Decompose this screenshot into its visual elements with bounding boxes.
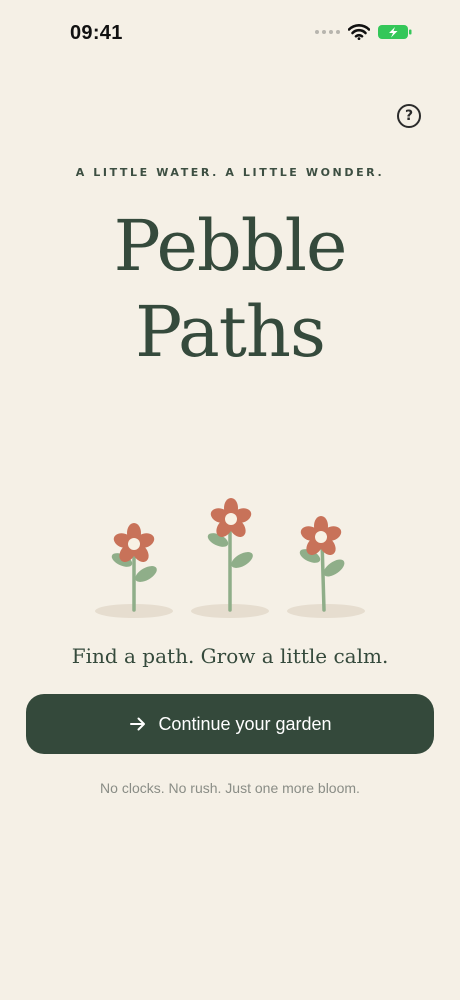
help-button[interactable]: ?	[397, 104, 421, 128]
flower-icon	[207, 498, 253, 612]
continue-garden-label: Continue your garden	[158, 713, 332, 734]
flowers-illustration	[95, 498, 365, 618]
wifi-icon	[348, 24, 370, 40]
footnote: No clocks. No rush. Just one more bloom.	[100, 780, 360, 796]
help-icon: ?	[404, 108, 414, 124]
arrow-right-icon	[130, 717, 146, 731]
title-line-2: Paths	[135, 291, 326, 373]
battery-charging-icon	[378, 25, 412, 39]
subtitle: Find a path. Grow a little calm.	[71, 644, 389, 668]
tagline: A LITTLE WATER. A LITTLE WONDER.	[75, 166, 385, 179]
flower-icon	[111, 523, 157, 612]
status-bar: 09:41	[0, 0, 460, 70]
signal-dots-icon	[315, 30, 340, 34]
continue-garden-button[interactable]: Continue your garden	[26, 694, 434, 754]
app-title: Pebble Paths	[0, 203, 460, 375]
title-line-1: Pebble	[113, 205, 348, 287]
status-icons	[315, 24, 412, 40]
flower-icon	[299, 516, 345, 612]
status-time: 09:41	[70, 22, 123, 44]
flower-shadow	[287, 604, 365, 618]
